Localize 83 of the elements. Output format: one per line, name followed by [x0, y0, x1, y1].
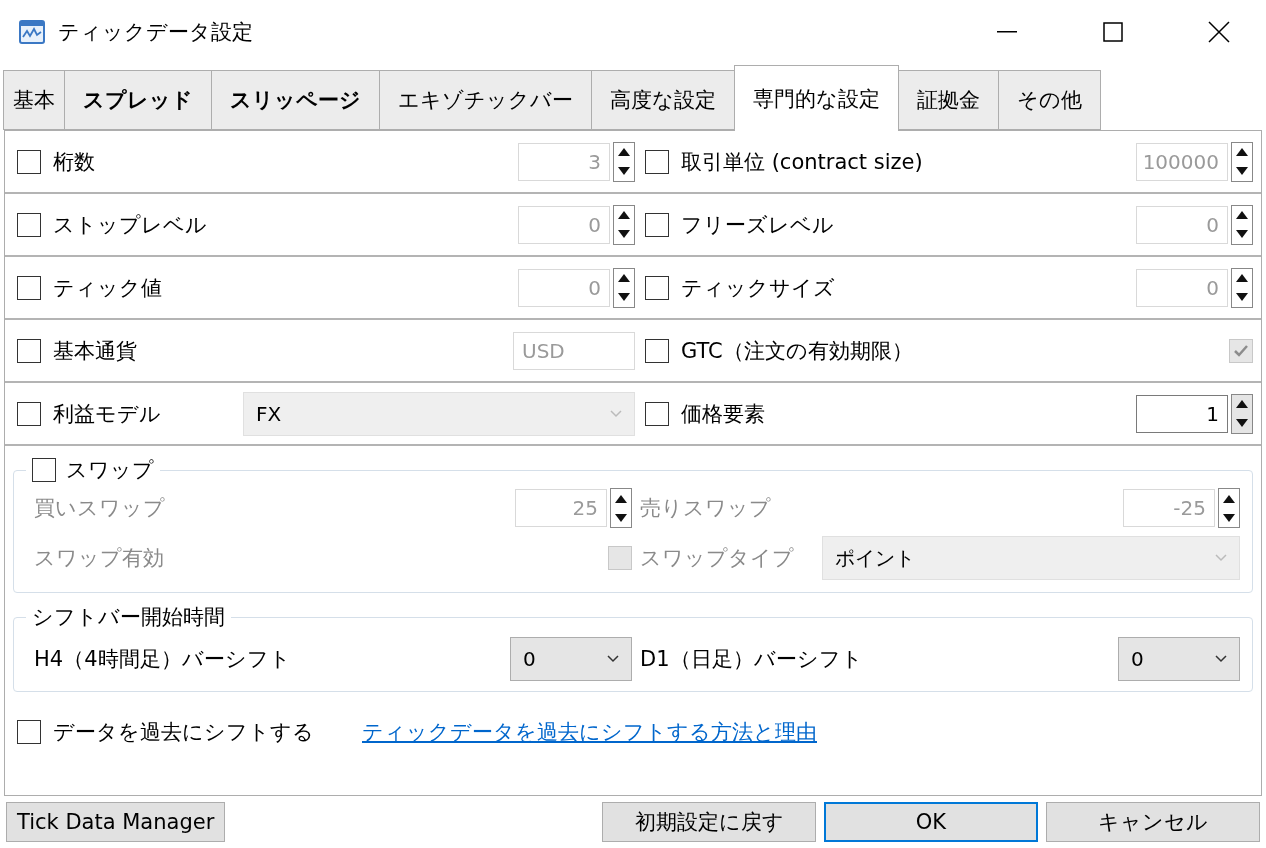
- spin-buttons[interactable]: [613, 141, 635, 182]
- option-label: 売りスワップ: [640, 495, 772, 522]
- spin-buttons[interactable]: [613, 267, 635, 308]
- spin-buttons[interactable]: [610, 488, 632, 528]
- down-arrow-icon[interactable]: [617, 292, 631, 302]
- up-arrow-icon[interactable]: [1235, 147, 1249, 157]
- checkbox[interactable]: [645, 338, 669, 363]
- up-arrow-icon[interactable]: [614, 493, 628, 504]
- down-arrow-icon[interactable]: [617, 166, 631, 176]
- group-title: シフトバー開始時間: [32, 604, 225, 631]
- spin-buttons[interactable]: [1231, 267, 1253, 308]
- spin-buttons[interactable]: [1231, 393, 1253, 434]
- chart-window-icon: [18, 18, 46, 46]
- spin-buttons[interactable]: [1231, 141, 1253, 182]
- checkbox[interactable]: [32, 458, 56, 482]
- option-label: ティック値: [53, 274, 163, 302]
- option-label: 利益モデル: [53, 400, 162, 428]
- tab[interactable]: 専門的な設定: [734, 65, 899, 131]
- down-arrow-icon[interactable]: [1235, 292, 1249, 302]
- group-title: スワップ: [66, 457, 154, 484]
- option-label: 基本通貨: [53, 337, 138, 365]
- tab[interactable]: 証拠金: [898, 70, 999, 130]
- maximize-icon: [1103, 22, 1123, 42]
- option-label: スワップタイプ: [640, 545, 795, 572]
- down-arrow-icon[interactable]: [1235, 418, 1249, 428]
- dialog-button[interactable]: 初期設定に戻す: [602, 802, 816, 842]
- option-label: 価格要素: [681, 400, 766, 428]
- checkbox[interactable]: [645, 149, 669, 174]
- chevron-icon: [1215, 655, 1227, 663]
- option-label: スワップ有効: [34, 545, 165, 572]
- tab[interactable]: その他: [998, 70, 1101, 130]
- dropdown[interactable]: 0: [1118, 637, 1240, 681]
- checkbox[interactable]: [17, 149, 41, 174]
- dialog-button[interactable]: Tick Data Manager: [6, 802, 226, 842]
- chevron-icon: [607, 655, 619, 663]
- dialog-button[interactable]: OK: [824, 802, 1038, 842]
- tab[interactable]: 基本: [3, 70, 65, 130]
- checkbox[interactable]: [645, 275, 669, 300]
- tab[interactable]: エキゾチックバー: [379, 70, 592, 130]
- dialog-button[interactable]: キャンセル: [1046, 802, 1260, 842]
- checkbox[interactable]: [645, 401, 669, 426]
- checkbox[interactable]: [645, 212, 669, 237]
- down-arrow-icon[interactable]: [1235, 229, 1249, 239]
- tab[interactable]: スプレッド: [64, 70, 212, 130]
- option-label: D1（日足）バーシフト: [640, 646, 864, 673]
- tab[interactable]: スリッページ: [211, 70, 380, 130]
- chevron-icon: [1215, 554, 1227, 562]
- up-arrow-icon[interactable]: [617, 210, 631, 220]
- down-arrow-icon[interactable]: [1222, 512, 1236, 523]
- checkbox[interactable]: [17, 212, 41, 237]
- down-arrow-icon[interactable]: [1235, 166, 1249, 176]
- checkbox[interactable]: [17, 338, 41, 363]
- option-label: 買いスワップ: [34, 495, 166, 522]
- minimize-icon: [997, 31, 1017, 33]
- option-label: フリーズレベル: [681, 211, 835, 239]
- option-label: GTC（注文の有効期限）: [681, 337, 914, 365]
- option-label: ティックサイズ: [681, 274, 836, 302]
- chevron-icon: [610, 409, 622, 418]
- up-arrow-icon[interactable]: [1235, 210, 1249, 220]
- window-title: ティックデータ設定: [58, 19, 254, 46]
- dropdown[interactable]: 0: [510, 637, 632, 681]
- tab[interactable]: 高度な設定: [591, 70, 735, 130]
- close-icon: [1208, 21, 1230, 43]
- number-field[interactable]: 1: [1136, 394, 1228, 433]
- up-arrow-icon[interactable]: [1235, 399, 1249, 409]
- down-arrow-icon[interactable]: [614, 512, 628, 523]
- option-label: データを過去にシフトする: [53, 719, 314, 746]
- spin-buttons[interactable]: [1231, 204, 1253, 245]
- down-arrow-icon[interactable]: [617, 229, 631, 239]
- spin-buttons[interactable]: [1218, 488, 1240, 528]
- checkbox[interactable]: [17, 401, 41, 426]
- checkbox[interactable]: [17, 720, 41, 744]
- spin-buttons[interactable]: [613, 204, 635, 245]
- help-link[interactable]: ティックデータを過去にシフトする方法と理由: [362, 718, 817, 746]
- up-arrow-icon[interactable]: [1222, 493, 1236, 504]
- up-arrow-icon[interactable]: [617, 273, 631, 283]
- checkbox[interactable]: [17, 275, 41, 300]
- option-label: H4（4時間足）バーシフト: [34, 646, 292, 673]
- option-label: 取引単位 (contract size): [681, 148, 924, 176]
- up-arrow-icon[interactable]: [1235, 273, 1249, 283]
- option-label: 桁数: [53, 148, 96, 176]
- up-arrow-icon[interactable]: [617, 147, 631, 157]
- option-label: ストップレベル: [53, 211, 208, 239]
